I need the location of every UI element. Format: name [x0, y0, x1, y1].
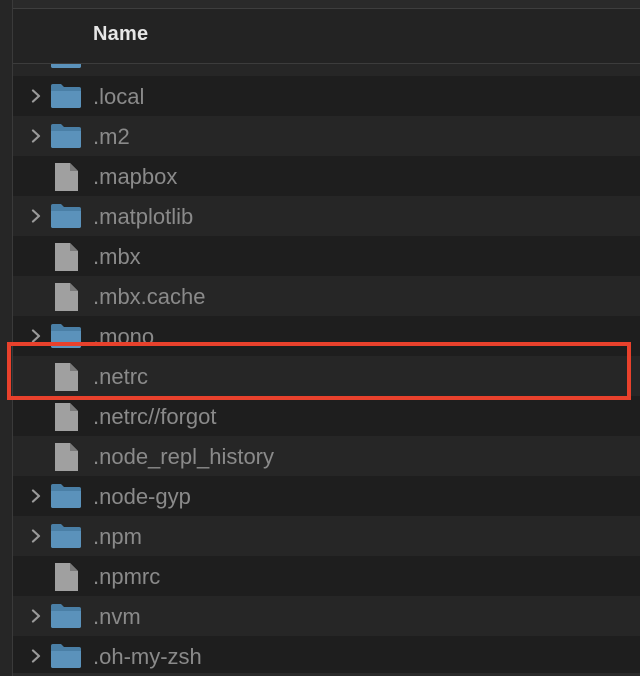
folder-icon [51, 84, 81, 108]
chevron-right-icon[interactable] [29, 89, 43, 103]
chevron-right-icon[interactable] [29, 489, 43, 503]
document-icon [55, 403, 78, 431]
folder-icon [51, 324, 81, 348]
folder-icon [51, 524, 81, 548]
document-icon [55, 563, 78, 591]
list-item[interactable]: .nvm [13, 596, 640, 636]
document-icon [55, 443, 78, 471]
chevron-right-icon[interactable] [29, 129, 43, 143]
chevron-right-icon[interactable] [29, 609, 43, 623]
chevron-right-icon[interactable] [29, 529, 43, 543]
file-name: .npm [93, 524, 142, 549]
list-item[interactable]: .oh-my-zsh [13, 636, 640, 676]
name-column-header[interactable]: Name [93, 23, 148, 46]
list-item[interactable]: .mono [13, 316, 640, 356]
document-icon [55, 243, 78, 271]
list-item[interactable]: .netrc [13, 356, 640, 396]
list-item[interactable]: .mbx [13, 236, 640, 276]
file-name: .mbx [93, 244, 141, 269]
file-name: .node_repl_history [93, 444, 275, 469]
list-item[interactable]: .matplotlib [13, 196, 640, 236]
list-item[interactable]: .node-gyp [13, 476, 640, 516]
file-name: .mono [93, 324, 155, 349]
list-item[interactable]: .npm [13, 516, 640, 556]
chevron-right-icon[interactable] [29, 209, 43, 223]
list-item[interactable]: .mbx.cache [13, 276, 640, 316]
document-icon [55, 163, 78, 191]
file-name: .nvm [93, 604, 141, 629]
list-item[interactable]: .local [13, 76, 640, 116]
folder-icon [51, 204, 81, 228]
list-item[interactable]: .mapbox [13, 156, 640, 196]
folder-icon [51, 644, 81, 668]
file-name: .mapbox [93, 164, 178, 189]
sidebar-edge [0, 0, 13, 676]
file-name: .netrc//forgot [93, 404, 217, 429]
file-name: .oh-my-zsh [93, 644, 202, 669]
folder-icon [51, 124, 81, 148]
file-list: .local .m2 .mapbox .matplotlib .mbx .mbx.cach… [13, 56, 640, 676]
file-name: .matplotlib [93, 204, 194, 229]
file-name: .netrc [93, 364, 149, 389]
list-item[interactable]: .npmrc [13, 556, 640, 596]
folder-icon [51, 484, 81, 508]
file-name: .npmrc [93, 564, 161, 589]
list-item[interactable]: .node_repl_history [13, 436, 640, 476]
document-icon [55, 363, 78, 391]
window-top-edge [0, 0, 640, 9]
file-name: .local [93, 84, 145, 109]
list-item[interactable]: .m2 [13, 116, 640, 156]
file-name: .m2 [93, 124, 130, 149]
file-name: .mbx.cache [93, 284, 206, 309]
folder-icon [51, 604, 81, 628]
list-item[interactable]: .netrc//forgot [13, 396, 640, 436]
document-icon [55, 283, 78, 311]
column-header[interactable]: Name [13, 9, 640, 64]
file-name: .node-gyp [93, 484, 191, 509]
chevron-right-icon[interactable] [29, 649, 43, 663]
finder-list-window: Name .local .m2 .mapbox .matplotlib .mbx .mbx… [0, 0, 640, 676]
chevron-right-icon[interactable] [29, 329, 43, 343]
